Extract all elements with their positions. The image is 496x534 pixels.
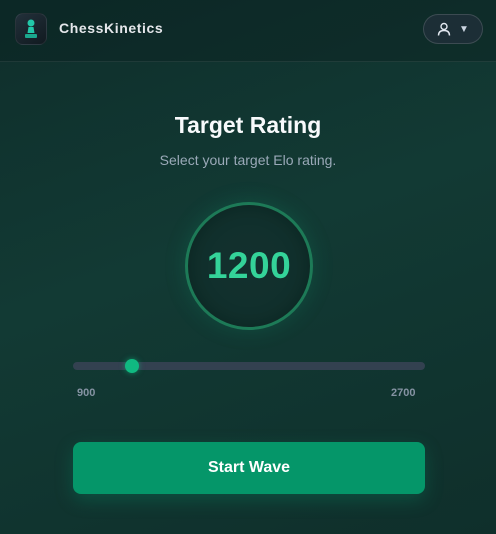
chess-pawn-icon [25, 19, 37, 38]
page-title: Target Rating [174, 112, 322, 138]
page-subtitle: Select your target Elo rating. [159, 152, 337, 168]
slider-max-label: 2700 [391, 387, 416, 399]
rating-display: 1200 [185, 202, 313, 330]
slider-min-label: 900 [77, 387, 96, 399]
user-menu-button[interactable]: ▼ [423, 14, 483, 44]
app-logo[interactable] [15, 13, 47, 45]
chevron-down-icon: ▼ [459, 23, 469, 35]
user-icon [437, 22, 451, 36]
rating-slider[interactable] [73, 359, 425, 373]
rating-value: 1200 [206, 245, 292, 286]
app-name: ChessKinetics [59, 20, 164, 36]
slider-thumb[interactable] [124, 359, 139, 373]
app-header: ChessKinetics ▼ [0, 0, 496, 62]
start-wave-button[interactable]: Start Wave [73, 442, 425, 494]
